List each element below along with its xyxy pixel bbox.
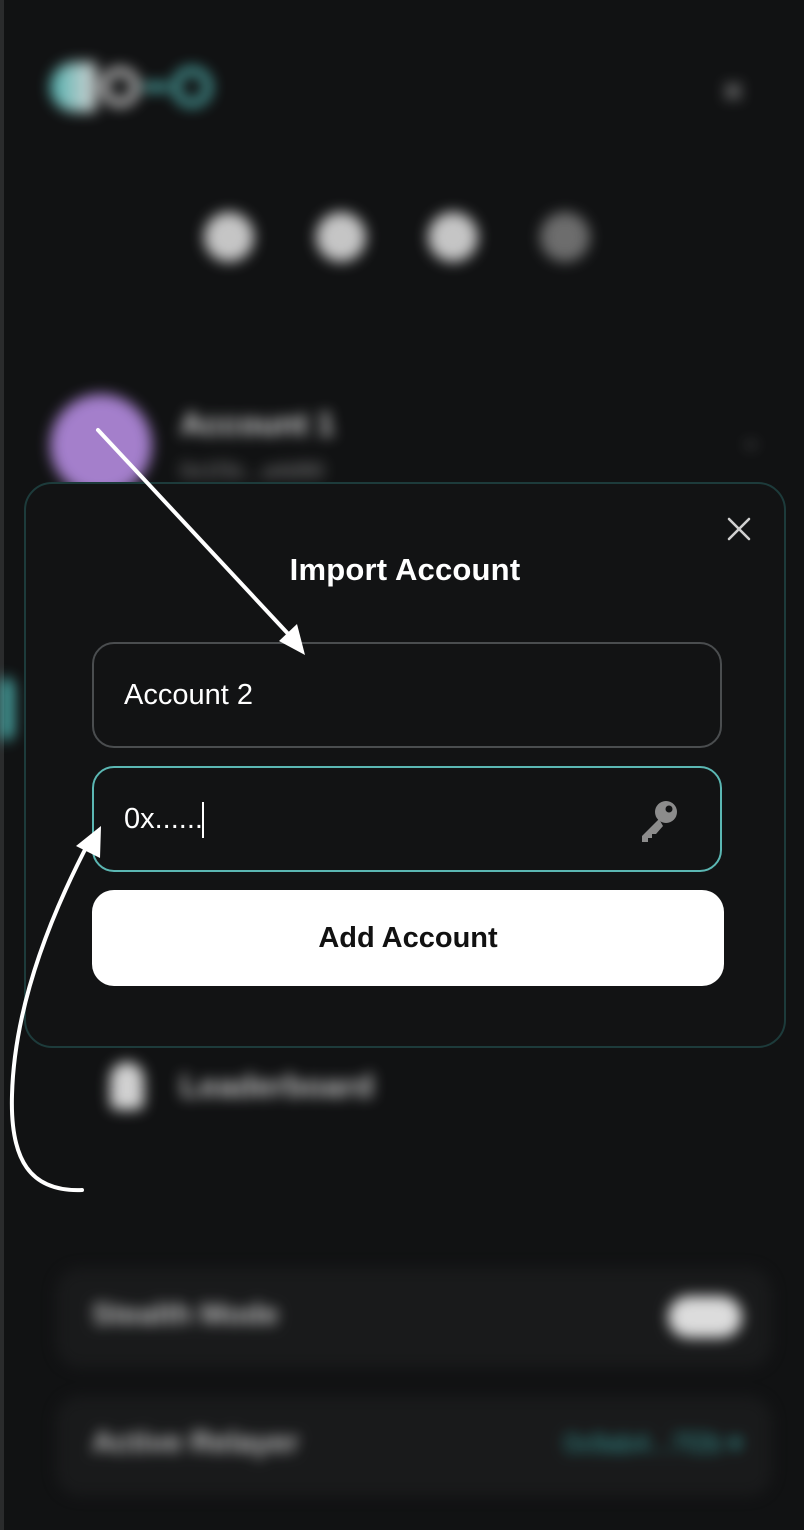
avatar	[50, 394, 152, 496]
trophy-icon	[110, 1062, 144, 1110]
active-relayer-card: Active Relayer 0x9ab4...7f2b ▾	[56, 1396, 772, 1496]
account-address: 0x1f3c...a4d90	[180, 458, 325, 483]
settings-icon[interactable]	[540, 212, 590, 262]
info-icon[interactable]	[428, 212, 478, 262]
key-icon	[642, 801, 677, 842]
menu-item-label: Leaderboard	[180, 1067, 374, 1104]
close-icon[interactable]	[724, 514, 754, 544]
panel-close-icon[interactable]: ×	[722, 72, 744, 112]
account-selector[interactable]: Account 1 0x1f3c...a4d90 ⌄	[50, 394, 780, 496]
active-relayer-label: Active Relayer	[92, 1426, 299, 1459]
side-indicator	[0, 678, 14, 740]
stealth-mode-label: Stealth Mode	[92, 1298, 279, 1331]
modal-title: Import Account	[289, 552, 521, 587]
account-name-field[interactable]	[92, 642, 722, 748]
account-name: Account 1	[180, 406, 335, 442]
quick-action-icons	[204, 212, 590, 262]
add-account-button[interactable]: Add Account	[92, 890, 724, 986]
text-cursor	[202, 802, 204, 838]
account-name-input[interactable]	[124, 644, 604, 746]
private-key-field[interactable]	[92, 766, 722, 872]
menu-item-leaderboard[interactable]: Leaderboard	[110, 1062, 374, 1110]
swap-icon[interactable]	[204, 212, 254, 262]
import-account-modal: Import Account Add Account	[24, 482, 786, 1048]
stealth-mode-card: Stealth Mode	[56, 1268, 772, 1368]
chevron-down-icon[interactable]: ⌄	[740, 424, 762, 455]
clock-icon[interactable]	[316, 212, 366, 262]
active-relayer-select[interactable]: 0x9ab4...7f2b ▾	[564, 1428, 742, 1459]
stealth-mode-toggle[interactable]	[668, 1296, 742, 1338]
app-logo	[50, 62, 212, 112]
private-key-input[interactable]	[124, 768, 604, 870]
